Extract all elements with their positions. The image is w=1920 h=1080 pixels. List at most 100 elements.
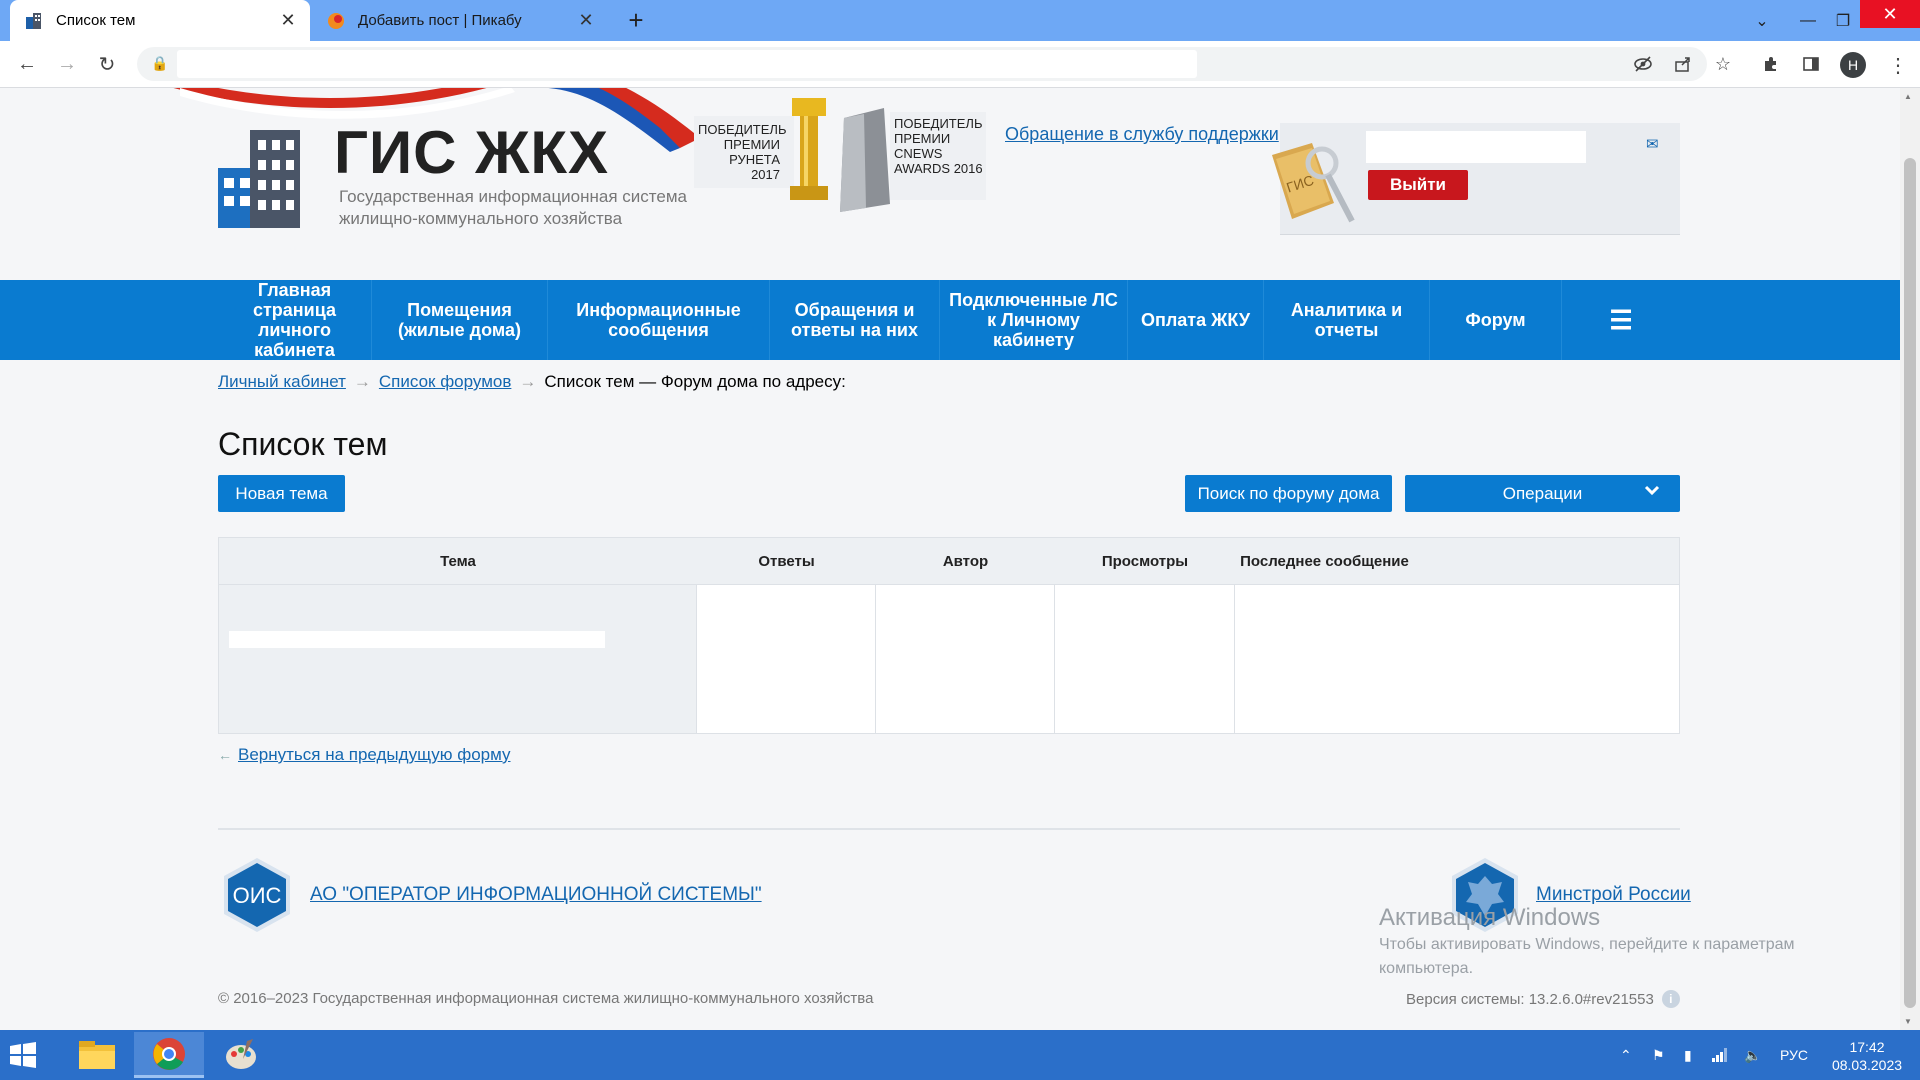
awards-banner: ПОБЕДИТЕЛЬ ПРЕМИИ РУНЕТА 2017 ПОБЕДИТЕЛЬ… xyxy=(694,98,986,228)
taskbar-clock[interactable]: 17:42 08.03.2023 xyxy=(1826,1038,1908,1074)
side-panel-icon[interactable] xyxy=(1798,51,1824,77)
login-panel: ГИС Выйти ✉ xyxy=(1272,123,1680,235)
ois-operator-link[interactable]: АО "ОПЕРАТОР ИНФОРМАЦИОННОЙ СИСТЕМЫ" xyxy=(310,884,762,906)
windows-taskbar: ⌃ ⚑ ▮ 🔈 РУС 17:42 08.03.2023 xyxy=(0,1030,1920,1080)
battery-icon[interactable]: ▮ xyxy=(1684,1030,1692,1080)
clock-date: 08.03.2023 xyxy=(1831,1057,1903,1073)
nav-item-analytics[interactable]: Аналитика и отчеты xyxy=(1264,280,1430,360)
site-logo-subtitle: Государственная информационная система ж… xyxy=(339,187,687,228)
column-header-views[interactable]: Просмотры xyxy=(1055,538,1235,585)
tab-title: Список тем xyxy=(56,12,136,29)
url-field[interactable] xyxy=(177,50,1197,78)
info-icon[interactable]: i xyxy=(1661,990,1680,1008)
nav-item-forum[interactable]: Форум xyxy=(1430,280,1562,360)
maximize-icon[interactable]: ❐ xyxy=(1826,0,1860,41)
back-arrow-icon: ← xyxy=(218,747,232,763)
site-logo-title[interactable]: ГИС ЖКХ xyxy=(334,118,609,187)
activation-title: Активация Windows xyxy=(1379,904,1601,931)
support-request-link[interactable]: Обращение в службу поддержки xyxy=(1005,124,1279,145)
tab-spisok-tem[interactable]: Список тем ✕ xyxy=(10,0,310,41)
lock-icon[interactable]: 🔒 xyxy=(151,55,168,72)
eye-slash-icon[interactable] xyxy=(1630,51,1656,77)
table-header: Тема Ответы Автор Просмотры Последнее со… xyxy=(219,538,1679,585)
column-header-last-message[interactable]: Последнее сообщение xyxy=(1235,538,1414,585)
address-bar[interactable]: 🔒 xyxy=(137,47,1707,81)
browser-tab-strip: Список тем ✕ Добавить пост | Пикабу ✕ + … xyxy=(0,0,1920,41)
cell-replies xyxy=(697,585,876,733)
main-navigation: Главная страница личного кабинета Помеще… xyxy=(0,280,1900,360)
site-header: ГИС ЖКХ Государственная информационная с… xyxy=(0,88,1900,280)
ois-logo-text: ОИС xyxy=(233,883,282,908)
paint-taskbar-icon[interactable] xyxy=(206,1032,276,1078)
hamburger-menu-icon[interactable]: ☰ xyxy=(1562,280,1680,360)
back-to-previous-form: ← Вернуться на предыдущую форму xyxy=(218,745,511,765)
nav-item-premises[interactable]: Помещения (жилые дома) xyxy=(372,280,548,360)
breadcrumb-personal-cabinet[interactable]: Личный кабинет xyxy=(218,372,346,392)
chevron-down-icon xyxy=(1644,485,1660,496)
scrollbar-thumb[interactable] xyxy=(1904,158,1916,1008)
breadcrumb-separator: → xyxy=(353,372,371,391)
tab-title: Добавить пост | Пикабу xyxy=(358,12,522,29)
column-header-author[interactable]: Автор xyxy=(876,538,1055,585)
mail-icon[interactable]: ✉ xyxy=(1646,135,1659,153)
nav-item-payment[interactable]: Оплата ЖКУ xyxy=(1128,280,1264,360)
chrome-taskbar-icon[interactable] xyxy=(134,1032,204,1078)
column-header-topic[interactable]: Тема xyxy=(219,538,697,585)
back-link[interactable]: Вернуться на предыдущую форму xyxy=(238,745,511,765)
user-name-field xyxy=(1366,131,1586,163)
minimize-icon[interactable]: — xyxy=(1790,0,1826,41)
silver-trophy-icon xyxy=(840,108,890,212)
cell-last-message xyxy=(1235,585,1414,733)
volume-icon[interactable]: 🔈 xyxy=(1744,1030,1761,1080)
new-topic-button[interactable]: Новая тема xyxy=(218,475,345,512)
back-arrow-icon[interactable]: ← xyxy=(12,49,42,79)
extensions-puzzle-icon[interactable] xyxy=(1758,51,1784,77)
forum-search-button[interactable]: Поиск по форуму дома xyxy=(1185,475,1392,512)
scroll-down-arrow-icon[interactable]: ▼ xyxy=(1904,1017,1912,1026)
close-tab-icon[interactable]: ✕ xyxy=(276,10,300,31)
flag-notification-icon[interactable]: ⚑ xyxy=(1652,1030,1665,1080)
forward-arrow-icon[interactable]: → xyxy=(52,49,82,79)
scroll-up-arrow-icon[interactable]: ▲ xyxy=(1904,92,1912,101)
page-viewport: ГИС ЖКХ Государственная информационная с… xyxy=(0,88,1900,1030)
profile-avatar[interactable]: H xyxy=(1840,52,1866,78)
nav-item-home[interactable]: Главная страница личного кабинета xyxy=(218,280,372,360)
share-icon[interactable] xyxy=(1670,51,1696,77)
keys-icon: ГИС xyxy=(1272,143,1355,223)
column-header-replies[interactable]: Ответы xyxy=(697,538,876,585)
new-tab-button[interactable]: + xyxy=(622,5,650,35)
browser-toolbar: ← → ↻ 🔒 ☆ H ⋮ xyxy=(0,41,1920,88)
ois-logo-icon[interactable]: ОИС xyxy=(218,856,296,934)
breadcrumb: Личный кабинет → Список форумов → Список… xyxy=(218,372,846,392)
footer-divider xyxy=(218,828,1680,830)
logout-button[interactable]: Выйти xyxy=(1368,170,1468,200)
star-bookmark-icon[interactable]: ☆ xyxy=(1710,51,1736,77)
page-scrollbar[interactable]: ▲ ▼ xyxy=(1900,88,1920,1030)
operations-label: Операции xyxy=(1502,483,1583,503)
nav-item-connected-accounts[interactable]: Подключенные ЛС к Личному кабинету xyxy=(940,280,1128,360)
language-indicator[interactable]: РУС xyxy=(1780,1030,1808,1080)
windows-start-icon[interactable] xyxy=(10,1042,36,1068)
clock-time: 17:42 xyxy=(1849,1039,1885,1055)
breadcrumb-separator: → xyxy=(519,372,537,391)
tab-search-chevron-icon[interactable]: ⌄ xyxy=(1744,0,1780,41)
operations-dropdown[interactable]: Операции xyxy=(1405,475,1680,512)
browser-menu-icon[interactable]: ⋮ xyxy=(1888,53,1908,78)
award-runet-text: ПОБЕДИТЕЛЬ ПРЕМИИ РУНЕТА 2017 xyxy=(698,122,787,182)
network-signal-icon[interactable] xyxy=(1712,1030,1728,1080)
nav-item-appeals[interactable]: Обращения и ответы на них xyxy=(770,280,940,360)
system-version: Версия системы: 13.2.6.0#rev21553 i xyxy=(1406,990,1680,1008)
nav-item-info-messages[interactable]: Информационные сообщения xyxy=(548,280,770,360)
gis-favicon-icon xyxy=(26,12,41,29)
award-cnews-text: ПОБЕДИТЕЛЬ ПРЕМИИ CNEWS AWARDS 2016 xyxy=(894,116,983,176)
tray-overflow-icon[interactable]: ⌃ xyxy=(1620,1030,1632,1080)
version-text: Версия системы: 13.2.6.0#rev21553 xyxy=(1406,990,1654,1008)
tab-pikabu[interactable]: Добавить пост | Пикабу ✕ xyxy=(312,0,608,41)
window-close-icon[interactable]: ✕ xyxy=(1860,0,1920,28)
file-explorer-taskbar-icon[interactable] xyxy=(62,1032,132,1078)
reload-icon[interactable]: ↻ xyxy=(92,49,122,79)
close-tab-icon[interactable]: ✕ xyxy=(574,10,598,31)
redacted-topic-link[interactable] xyxy=(229,631,605,648)
cell-views xyxy=(1055,585,1235,733)
breadcrumb-forum-list[interactable]: Список форумов xyxy=(379,372,511,392)
